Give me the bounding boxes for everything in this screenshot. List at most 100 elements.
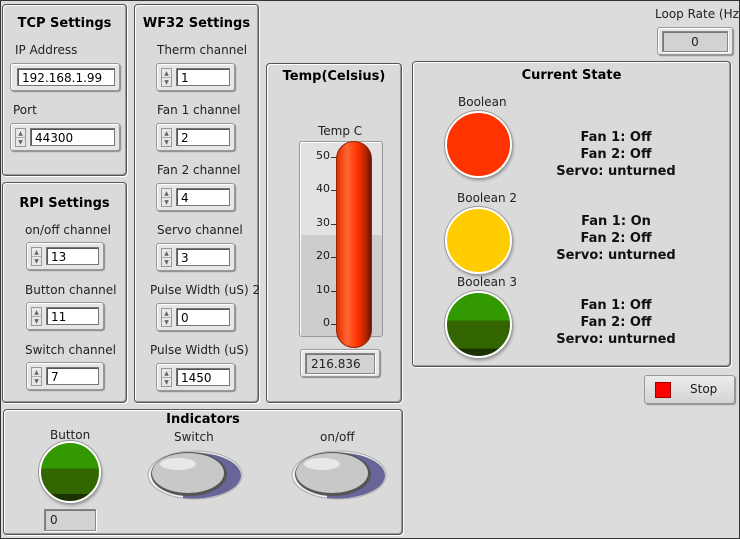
port-input[interactable]: 44300 [30,128,115,146]
boolean-label: Boolean 3 [457,275,518,289]
stop-label: Stop [690,382,718,396]
rpi-stepper[interactable]: ▲ ▼ [31,247,42,266]
thermometer: 50 40 30 20 10 0 [299,141,383,348]
temp-scale-tick: 10 [316,282,330,296]
wf32-numeric-control: ▲ ▼ 4 [156,183,235,211]
state-text: Fan 1: Off Fan 2: Off Servo: unturned [546,297,686,348]
port-control: ▲ ▼ 44300 [10,123,120,151]
increment-arrow-icon[interactable]: ▲ [162,189,171,198]
loop-rate-label: Loop Rate (Hz) [655,7,740,21]
temp-scale-tick: 30 [316,215,330,229]
thermometer-fill [336,141,372,348]
rpi-numeric-input[interactable]: 7 [46,367,99,385]
state-line: Servo: unturned [556,164,676,179]
rpi-settings-panel: RPI Settings on/off channel ▲ ▼ 13 Button … [2,182,127,403]
decrement-arrow-icon[interactable]: ▼ [162,378,171,387]
rpi-field-label: on/off channel [25,223,111,237]
boolean-label: Boolean [458,95,507,109]
ip-address-input[interactable]: 192.168.1.99 [17,68,115,86]
decrement-arrow-icon[interactable]: ▼ [32,257,41,266]
wf32-numeric-input[interactable]: 0 [176,308,230,326]
onoff-toggle[interactable] [287,448,388,503]
state-text: Fan 1: On Fan 2: Off Servo: unturned [546,213,686,264]
wf32-numeric-control: ▲ ▼ 1 [156,63,235,91]
state-line: Fan 2: Off [580,147,652,162]
wf32-settings-panel: WF32 Settings Therm channel ▲ ▼ 1 Fan 1 ch… [134,4,261,403]
state-line: Fan 2: Off [580,231,652,246]
state-line: Servo: unturned [556,332,676,347]
wf32-stepper[interactable]: ▲ ▼ [161,368,172,387]
wf32-field-label: Fan 2 channel [157,163,241,177]
increment-arrow-icon[interactable]: ▲ [162,369,171,378]
decrement-arrow-icon[interactable]: ▼ [32,377,41,386]
increment-arrow-icon[interactable]: ▲ [32,308,41,317]
decrement-arrow-icon[interactable]: ▼ [162,198,171,207]
increment-arrow-icon[interactable]: ▲ [162,69,171,78]
rpi-numeric-input[interactable]: 13 [46,247,99,265]
rpi-numeric-input[interactable]: 11 [46,307,99,325]
state-line: Fan 1: Off [580,130,652,145]
wf32-field-label: Servo channel [157,223,243,237]
decrement-arrow-icon[interactable]: ▼ [16,138,25,147]
decrement-arrow-icon[interactable]: ▼ [162,138,171,147]
decrement-arrow-icon[interactable]: ▼ [32,317,41,326]
temp-value: 216.836 [305,353,375,374]
wf32-numeric-control: ▲ ▼ 3 [156,243,235,271]
decrement-arrow-icon[interactable]: ▼ [162,258,171,267]
loop-rate-value: 0 [662,31,728,52]
indicators-title: Indicators [166,412,240,427]
switch-label: Switch [174,430,214,444]
switch-toggle[interactable] [143,448,244,503]
port-stepper[interactable]: ▲ ▼ [15,128,26,147]
temp-scale-tick: 40 [316,182,330,196]
stop-button[interactable]: Stop [644,375,735,404]
wf32-stepper[interactable]: ▲ ▼ [161,128,172,147]
wf32-stepper[interactable]: ▲ ▼ [161,308,172,327]
increment-arrow-icon[interactable]: ▲ [162,249,171,258]
state-line: Fan 1: On [581,214,651,229]
wf32-numeric-control: ▲ ▼ 2 [156,123,235,151]
rpi-numeric-control: ▲ ▼ 7 [26,362,104,390]
rpi-numeric-control: ▲ ▼ 13 [26,242,104,270]
indicators-panel: Indicators Button 0 Switch on/off [3,409,403,535]
wf32-stepper[interactable]: ▲ ▼ [161,68,172,87]
temp-scale-tick: 0 [323,316,330,329]
rpi-stepper[interactable]: ▲ ▼ [31,307,42,326]
wf32-stepper[interactable]: ▲ ▼ [161,248,172,267]
boolean-label: Boolean 2 [457,191,518,205]
increment-arrow-icon[interactable]: ▲ [32,248,41,257]
wf32-numeric-input[interactable]: 3 [176,248,230,266]
temp-readout: 216.836 [300,349,380,377]
wf32-settings-title: WF32 Settings [142,16,251,31]
decrement-arrow-icon[interactable]: ▼ [162,78,171,87]
wf32-numeric-control: ▲ ▼ 0 [156,303,235,331]
wf32-stepper[interactable]: ▲ ▼ [161,188,172,207]
current-state-title: Current State [521,68,622,83]
rpi-field-label: Button channel [25,283,117,297]
temp-scale-tick: 50 [316,149,330,162]
rpi-stepper[interactable]: ▲ ▼ [31,367,42,386]
wf32-numeric-input[interactable]: 4 [176,188,230,206]
port-label: Port [13,103,37,117]
temp-title: Temp(Celsius) [282,69,386,84]
increment-arrow-icon[interactable]: ▲ [162,309,171,318]
wf32-numeric-input[interactable]: 1 [176,68,230,86]
state-line: Servo: unturned [556,248,676,263]
loop-rate-indicator: 0 [657,27,733,55]
wf32-field-label: Pulse Width (uS) 2 [150,283,261,297]
increment-arrow-icon[interactable]: ▲ [16,129,25,138]
rpi-settings-title: RPI Settings [19,196,110,211]
current-state-panel: Current State Boolean Fan 1: Off Fan 2: O… [412,61,731,367]
state-line: Fan 1: Off [580,298,652,313]
rpi-field-label: Switch channel [25,343,116,357]
wf32-numeric-control: ▲ ▼ 1450 [156,363,235,391]
button-led [39,441,101,503]
ip-address-control: 192.168.1.99 [10,63,120,91]
increment-arrow-icon[interactable]: ▲ [162,129,171,138]
wf32-numeric-input[interactable]: 1450 [176,368,230,386]
increment-arrow-icon[interactable]: ▲ [32,368,41,377]
wf32-numeric-input[interactable]: 2 [176,128,230,146]
state-line: Fan 2: Off [580,315,652,330]
stop-icon [655,382,671,398]
decrement-arrow-icon[interactable]: ▼ [162,318,171,327]
